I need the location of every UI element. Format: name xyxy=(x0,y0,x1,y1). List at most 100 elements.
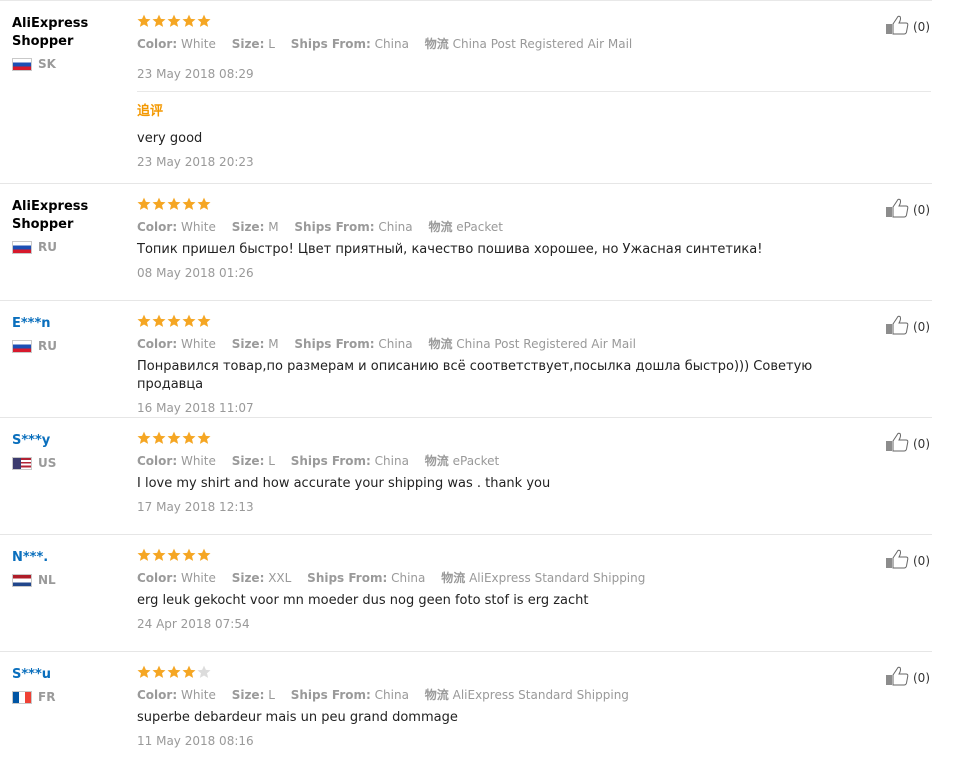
country-code: FR xyxy=(38,690,56,704)
append-review-text: very good xyxy=(137,131,203,146)
ships-from-label: Ships From: xyxy=(290,37,371,51)
review-item: AliExpress Shopper RU Color: White Size:… xyxy=(0,184,932,301)
star-filled-icon xyxy=(152,13,166,27)
star-filled-icon xyxy=(167,430,181,444)
reviewer-info: E***n RU xyxy=(12,315,122,354)
star-filled-icon xyxy=(197,313,211,327)
ships-from-label: Ships From: xyxy=(294,220,375,234)
star-rating xyxy=(137,196,867,214)
thumbs-up-icon xyxy=(885,549,913,572)
size-value: XXL xyxy=(268,571,292,585)
ships-from-value: China xyxy=(374,454,409,468)
append-review-date: 23 May 2018 20:23 xyxy=(137,155,254,169)
helpful-count: (0) xyxy=(913,553,930,568)
size-label: Size: xyxy=(231,571,265,585)
ships-from-label: Ships From: xyxy=(290,688,371,702)
order-info: Color: White Size: XXL Ships From: China… xyxy=(137,570,867,586)
order-info: Color: White Size: M Ships From: China 物… xyxy=(137,336,867,352)
reviewer-country: US xyxy=(12,455,122,471)
helpful-count: (0) xyxy=(913,19,930,34)
star-filled-icon xyxy=(197,547,211,561)
star-filled-icon xyxy=(167,547,181,561)
reviewer-name[interactable]: S***u xyxy=(12,666,122,684)
reviewer-info: S***u FR xyxy=(12,666,122,705)
helpful-button[interactable]: (0) xyxy=(885,15,930,38)
logistics-value: AliExpress Standard Shipping xyxy=(452,688,629,702)
size-value: M xyxy=(268,220,279,234)
star-filled-icon xyxy=(167,196,181,210)
star-filled-icon xyxy=(167,313,181,327)
ships-from-label: Ships From: xyxy=(294,337,375,351)
helpful-button[interactable]: (0) xyxy=(885,315,930,338)
review-text: Понравился товар,по размерам и описанию … xyxy=(137,359,813,392)
color-value: White xyxy=(180,37,216,51)
star-filled-icon xyxy=(152,196,166,210)
color-label: Color: xyxy=(137,220,178,234)
logistics-value: ePacket xyxy=(456,220,503,234)
review-item: E***n RU Color: White Size: M Ships From… xyxy=(0,301,932,418)
review-content: Color: White Size: M Ships From: China 物… xyxy=(137,196,867,281)
reviewer-info: S***y US xyxy=(12,432,122,471)
logistics-label: 物流 xyxy=(428,220,453,234)
review-content: Color: White Size: L Ships From: China 物… xyxy=(137,430,867,515)
review-date: 08 May 2018 01:26 xyxy=(137,266,254,280)
star-filled-icon xyxy=(137,196,151,210)
reviewer-name[interactable]: N***. xyxy=(12,549,122,567)
reviewer-country: RU xyxy=(12,338,122,354)
order-info: Color: White Size: L Ships From: China 物… xyxy=(137,453,867,469)
helpful-button[interactable]: (0) xyxy=(885,666,930,689)
reviewer-country: SK xyxy=(12,56,122,72)
star-filled-icon xyxy=(167,13,181,27)
star-filled-icon xyxy=(167,664,181,678)
logistics-value: China Post Registered Air Mail xyxy=(456,337,636,351)
size-label: Size: xyxy=(231,220,265,234)
helpful-button[interactable]: (0) xyxy=(885,432,930,455)
star-filled-icon xyxy=(197,196,211,210)
review-item: AliExpress Shopper SK Color: White Size:… xyxy=(0,1,932,184)
size-value: L xyxy=(268,454,275,468)
helpful-button[interactable]: (0) xyxy=(885,198,930,221)
star-filled-icon xyxy=(182,196,196,210)
review-item: S***u FR Color: White Size: L Ships From… xyxy=(0,652,932,764)
flag-fr-icon xyxy=(12,690,32,704)
country-code: NL xyxy=(38,573,56,587)
helpful-count: (0) xyxy=(913,202,930,217)
size-label: Size: xyxy=(231,688,265,702)
helpful-button[interactable]: (0) xyxy=(885,549,930,572)
review-date: 16 May 2018 11:07 xyxy=(137,401,254,415)
review-text: superbe debardeur mais un peu grand domm… xyxy=(137,710,458,725)
reviewer-name[interactable]: E***n xyxy=(12,315,122,333)
color-value: White xyxy=(180,220,216,234)
country-code: RU xyxy=(38,240,57,254)
ships-from-value: China xyxy=(374,37,409,51)
review-text: I love my shirt and how accurate your sh… xyxy=(137,476,551,491)
size-label: Size: xyxy=(231,37,265,51)
helpful-count: (0) xyxy=(913,436,930,451)
reviewer-info: N***. NL xyxy=(12,549,122,588)
reviewer-info: AliExpress Shopper SK xyxy=(12,15,122,72)
country-code: US xyxy=(38,456,57,470)
flag-sk-icon xyxy=(12,57,32,71)
helpful-count: (0) xyxy=(913,670,930,685)
color-label: Color: xyxy=(137,337,178,351)
star-rating xyxy=(137,13,867,31)
review-content: Color: White Size: XXL Ships From: China… xyxy=(137,547,867,632)
review-text: Топик пришел быстро! Цвет приятный, каче… xyxy=(137,242,763,257)
star-filled-icon xyxy=(182,547,196,561)
thumbs-up-icon xyxy=(885,15,913,38)
ships-from-value: China xyxy=(391,571,426,585)
reviewer-name[interactable]: S***y xyxy=(12,432,122,450)
star-rating xyxy=(137,430,867,448)
logistics-value: China Post Registered Air Mail xyxy=(452,37,633,51)
reviewer-name: AliExpress Shopper xyxy=(12,199,89,232)
review-date: 17 May 2018 12:13 xyxy=(137,500,254,514)
logistics-label: 物流 xyxy=(428,337,453,351)
size-value: L xyxy=(268,688,275,702)
star-filled-icon xyxy=(137,664,151,678)
star-filled-icon xyxy=(152,547,166,561)
color-label: Color: xyxy=(137,571,178,585)
color-label: Color: xyxy=(137,688,178,702)
append-review-title: 追评 xyxy=(137,104,164,119)
review-date: 11 May 2018 08:16 xyxy=(137,734,254,748)
star-filled-icon xyxy=(152,313,166,327)
